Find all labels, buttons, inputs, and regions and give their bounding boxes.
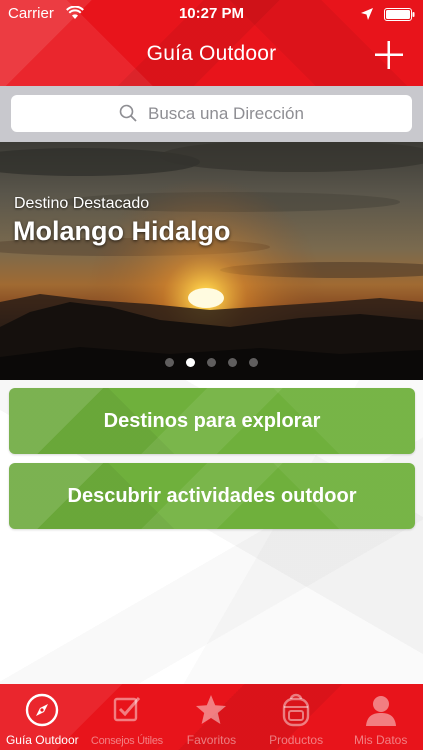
search-bar: Busca una Dirección — [0, 86, 423, 142]
page-title: Guía Outdoor — [146, 42, 277, 65]
main-content: Destinos para explorar Descubrir activid… — [0, 380, 423, 684]
backpack-icon — [282, 693, 310, 727]
status-bar: Carrier 10:27 PM — [0, 0, 423, 28]
sunset-photo — [0, 142, 423, 380]
battery-icon — [384, 8, 415, 21]
search-icon — [119, 104, 137, 122]
tab-label: Guía Outdoor — [5, 733, 79, 747]
tab-label: Consejos Útiles — [90, 735, 163, 747]
featured-subtitle: Destino Destacado — [14, 195, 150, 212]
tab-label: Mis Datos — [354, 733, 408, 747]
page-dot[interactable] — [228, 358, 237, 367]
checkbox-icon — [113, 697, 141, 722]
add-button[interactable] — [372, 38, 406, 72]
explore-destinations-button[interactable]: Destinos para explorar — [9, 388, 415, 454]
search-placeholder: Busca una Dirección — [148, 104, 304, 123]
app-header: Carrier 10:27 PM Guía Outdoor — [0, 0, 423, 86]
page-dot[interactable] — [249, 358, 258, 367]
featured-title: Molango Hidalgo — [13, 216, 231, 246]
star-icon — [196, 695, 227, 724]
tab-label: Favoritos — [186, 733, 237, 747]
discover-activities-button[interactable]: Descubrir actividades outdoor — [9, 463, 415, 529]
page-dot[interactable] — [165, 358, 174, 367]
search-input[interactable]: Busca una Dirección — [11, 95, 412, 132]
featured-destination-banner[interactable]: Destino Destacado Molango Hidalgo — [0, 142, 423, 380]
tab-favoritos[interactable]: Favoritos — [169, 684, 254, 750]
page-indicator[interactable] — [0, 358, 423, 370]
page-dot-active[interactable] — [186, 358, 195, 367]
compass-icon — [26, 693, 59, 727]
tab-productos[interactable]: Productos — [254, 684, 339, 750]
user-icon — [365, 696, 396, 726]
location-arrow-icon — [361, 8, 373, 20]
tab-label: Productos — [269, 733, 324, 747]
tab-mis-datos[interactable]: Mis Datos — [338, 684, 423, 750]
tab-bar: Guía Outdoor Consejos Útiles Favoritos P… — [0, 684, 423, 750]
tab-consejos-utiles[interactable]: Consejos Útiles — [85, 684, 170, 750]
plus-icon — [375, 41, 403, 69]
page-dot[interactable] — [207, 358, 216, 367]
tab-guia-outdoor[interactable]: Guía Outdoor — [0, 684, 85, 750]
